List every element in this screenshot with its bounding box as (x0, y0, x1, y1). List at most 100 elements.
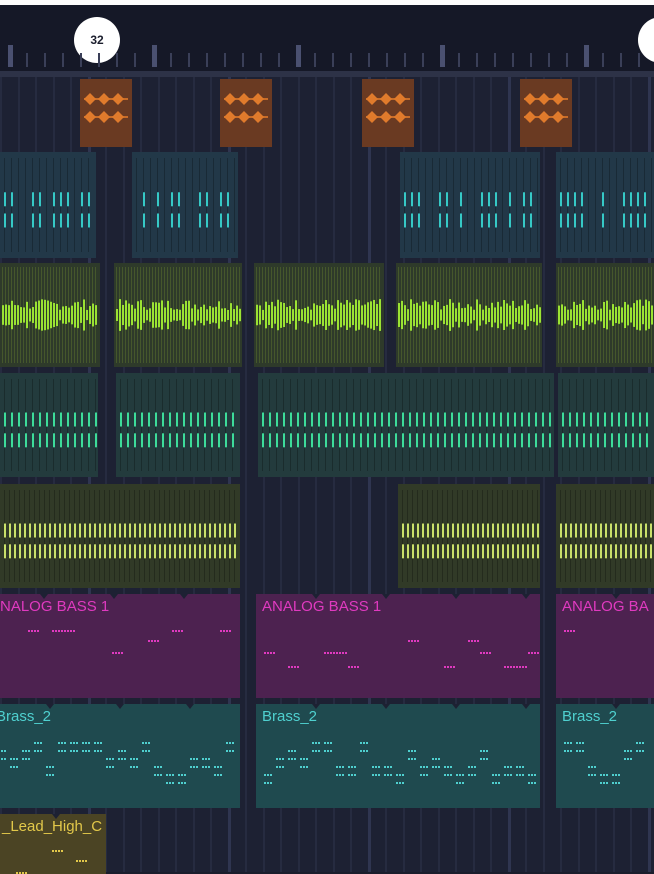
ruler-tick (332, 53, 334, 67)
clip-content (84, 93, 128, 123)
playlist-grid[interactable]: ANALOG BASS 1 ANALOG BASS 1 ANALOG BA Br… (0, 77, 654, 874)
ruler-tick (476, 53, 478, 67)
ruler-tick (278, 53, 280, 67)
clip-content (4, 490, 236, 582)
ruler-tick (386, 53, 388, 67)
ruler-tick (602, 53, 604, 67)
ruler-tick (548, 53, 550, 67)
clip-name: ANALOG BASS 1 (262, 598, 382, 615)
clip-brass-2[interactable]: Brass_2 (256, 704, 540, 808)
clip-green-5[interactable] (556, 263, 654, 367)
clip-hat-4[interactable] (520, 79, 572, 147)
track-bass[interactable]: ANALOG BASS 1 ANALOG BASS 1 ANALOG BA (0, 592, 654, 700)
clip-content (2, 267, 97, 363)
ruler-tick (206, 53, 208, 67)
clip-perc-1[interactable] (0, 152, 96, 258)
clip-content (256, 267, 381, 363)
ruler-tick (566, 53, 568, 67)
clip-lead-1[interactable]: _Lead_High_C (0, 814, 106, 874)
ruler-tick (530, 53, 532, 67)
ruler-tick (494, 53, 496, 67)
clip-content (224, 93, 268, 123)
clip-green-1[interactable] (0, 263, 100, 367)
ruler-tick (242, 53, 244, 67)
clip-bass-2[interactable]: ANALOG BASS 1 (256, 594, 540, 698)
clip-brass-3[interactable]: Brass_2 (556, 704, 654, 808)
ruler-tick (98, 53, 100, 67)
clip-content (398, 267, 541, 363)
clip-name: ANALOG BA (562, 598, 649, 615)
clip-green-2[interactable] (114, 263, 242, 367)
ruler-tick (404, 53, 406, 67)
clip-name: _Lead_High_C (2, 818, 103, 835)
track-lead[interactable]: _Lead_High_C (0, 812, 654, 874)
track-perc[interactable] (0, 152, 654, 258)
ruler-tick (584, 45, 589, 67)
clip-content (560, 158, 652, 252)
ruler-tick (170, 53, 172, 67)
track-olive[interactable] (0, 482, 654, 590)
clip-mint-2[interactable] (116, 373, 240, 477)
clip-name: Brass_2 (0, 708, 52, 725)
clip-mint-1[interactable] (0, 373, 98, 477)
clip-name: Brass_2 (262, 708, 318, 725)
ruler-tick (296, 45, 301, 67)
ruler-tick (224, 53, 226, 67)
clip-perc-2[interactable] (132, 152, 238, 258)
clip-content (562, 379, 648, 471)
clip-olive-1[interactable] (0, 484, 240, 588)
ruler-tick (8, 45, 13, 67)
ruler-tick (134, 53, 136, 67)
clip-green-4[interactable] (396, 263, 542, 367)
clip-content (120, 379, 234, 471)
ruler-tick (152, 45, 157, 67)
ruler-tick (188, 53, 190, 67)
clip-olive-2[interactable] (398, 484, 540, 588)
ruler-tick (620, 53, 622, 67)
ruler-tick (422, 53, 424, 67)
clip-bass-1[interactable]: ANALOG BASS 1 (0, 594, 240, 698)
clip-content (558, 267, 653, 363)
clip-content (402, 490, 539, 582)
track-green[interactable] (0, 261, 654, 369)
marker-next[interactable] (638, 17, 654, 63)
clip-olive-3[interactable] (556, 484, 654, 588)
timeline-ruler[interactable]: 32 (0, 5, 654, 71)
ruler-tick (26, 53, 28, 67)
ruler-tick (638, 53, 640, 67)
clip-name: ANALOG BASS 1 (0, 598, 110, 615)
track-mint[interactable] (0, 371, 654, 479)
clip-perc-3[interactable] (400, 152, 540, 258)
clip-mint-3[interactable] (258, 373, 554, 477)
track-hat[interactable] (0, 77, 654, 149)
ruler-tick (440, 45, 445, 67)
ruler-tick (314, 53, 316, 67)
ruler-tick (350, 53, 352, 67)
clip-hat-2[interactable] (220, 79, 272, 147)
clip-content (262, 379, 551, 471)
clip-name: Brass_2 (562, 708, 618, 725)
clip-content (116, 267, 241, 363)
clip-content (524, 93, 568, 123)
clip-mint-4[interactable] (558, 373, 654, 477)
ruler-tick (368, 53, 370, 67)
track-brass[interactable]: Brass_2 Brass_2 Brass_2 (0, 702, 654, 810)
clip-content (4, 158, 90, 252)
ruler-tick (44, 53, 46, 67)
ruler-tick (260, 53, 262, 67)
clip-hat-3[interactable] (362, 79, 414, 147)
ruler-tick (62, 53, 64, 67)
ruler-tick (80, 53, 82, 67)
clip-brass-1[interactable]: Brass_2 (0, 704, 240, 808)
clip-perc-4[interactable] (556, 152, 654, 258)
clip-content (136, 158, 235, 252)
clip-content (4, 379, 97, 471)
clip-green-3[interactable] (254, 263, 384, 367)
clip-bass-3[interactable]: ANALOG BA (556, 594, 654, 698)
clip-hat-1[interactable] (80, 79, 132, 147)
ruler-tick (458, 53, 460, 67)
clip-content (366, 93, 410, 123)
clip-content (404, 158, 538, 252)
clip-content (560, 490, 652, 582)
ruler-tick (512, 53, 514, 67)
